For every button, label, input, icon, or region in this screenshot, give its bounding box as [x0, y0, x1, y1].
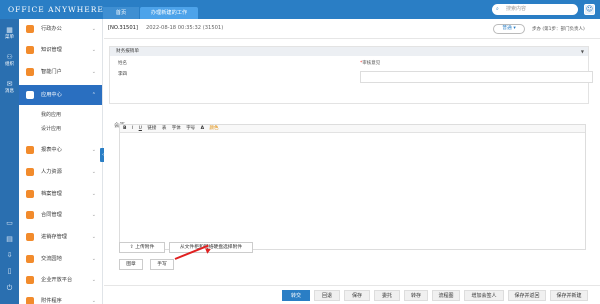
chevron-down-icon: ⌄ — [91, 277, 96, 283]
doc-header: [NO.31501] 2022-08-18 00:35:32 (31501) 普通… — [104, 19, 600, 39]
platform-icon — [26, 276, 34, 284]
sidebar-sub-my-apps[interactable]: 我的应用 — [19, 111, 102, 118]
top-bar: OFFICE ANYWHERE 首页 办理新建的工作 ⌕ 搜索内容 ☺ — [0, 0, 600, 19]
chevron-down-icon: ⌄ — [91, 69, 96, 75]
editor-toolbar: B I U 链接 表 字体 字号 A 颜色 — [120, 125, 585, 133]
save-new-button[interactable]: 保存并新建 — [550, 290, 588, 301]
table-button[interactable]: 表 — [162, 126, 167, 131]
bold-button[interactable]: B — [123, 126, 126, 131]
delegate-button[interactable]: 委托 — [374, 290, 400, 301]
rich-text-editor[interactable]: B I U 链接 表 字体 字号 A 颜色 — [119, 124, 586, 250]
rail-icon-5[interactable]: ⏻ — [0, 284, 19, 293]
sidebar-item-app-center[interactable]: 应用中心 ⌃ — [19, 85, 102, 105]
chevron-down-icon: ⌄ — [91, 191, 96, 197]
highlight-button[interactable]: 颜色 — [210, 126, 219, 131]
sidebar-item-hr[interactable]: 人力资源 ⌄ — [19, 162, 102, 182]
monitor-icon: ▭ — [6, 219, 13, 227]
chevron-down-icon: ⌄ — [91, 256, 96, 262]
save-return-button[interactable]: 保存并返回 — [508, 290, 546, 301]
form-section-title: 财务报销单 ▼ — [110, 47, 588, 56]
rail-icon-1[interactable]: ▭ — [0, 219, 19, 227]
chevron-down-icon: ⌄ — [91, 147, 96, 153]
avatar[interactable]: ☺ — [584, 4, 595, 15]
sidebar-item-platform[interactable]: 企业开放平台 ⌄ — [19, 270, 102, 290]
knowledge-icon — [26, 46, 34, 54]
doc-number: [NO.31501] 2022-08-18 00:35:32 (31501) — [108, 25, 224, 31]
chevron-down-icon: ⌄ — [91, 169, 96, 175]
search-input[interactable]: ⌕ 搜索内容 — [492, 4, 578, 15]
doc-icon: ▤ — [6, 235, 13, 243]
archive-icon — [26, 190, 34, 198]
handwrite-button[interactable]: 手写 — [150, 259, 174, 270]
forward-button[interactable]: 转交 — [282, 290, 310, 301]
store-button[interactable]: 转存 — [404, 290, 428, 301]
flowchart-button[interactable]: 流程图 — [432, 290, 460, 301]
caret-down-icon[interactable]: ▼ — [581, 47, 584, 56]
sidebar: 行政办公 ⌄ 知识管理 ⌄ 智能门户 ⌄ 应用中心 ⌃ 我的应用 设计应用 报表中心 ⌄ … — [19, 19, 103, 304]
rail-icon-4[interactable]: ▯ — [0, 267, 19, 275]
rollback-button[interactable]: 回退 — [314, 290, 340, 301]
left-rail: ▦ 菜单 ⚇ 组织 ✉ 消息 ▭ ▤ ⇩ ▯ ⏻ — [0, 19, 19, 304]
sidebar-item-inventory[interactable]: 进销存管理 ⌄ — [19, 227, 102, 247]
font-size-select[interactable]: 字号 — [186, 126, 195, 131]
download-icon: ⇩ — [6, 251, 13, 259]
save-button[interactable]: 保存 — [344, 290, 370, 301]
rail-menu[interactable]: ▦ 菜单 — [0, 26, 19, 40]
grid-icon: ▦ — [6, 26, 13, 34]
attachment-icon — [26, 297, 34, 304]
message-icon: ✉ — [6, 80, 13, 88]
chevron-down-icon: ⌄ — [91, 212, 96, 218]
rail-icon-2[interactable]: ▤ — [0, 235, 19, 243]
sidebar-item-forum[interactable]: 交流园地 ⌄ — [19, 249, 102, 269]
search-icon: ⌕ — [496, 6, 499, 12]
font-color-button[interactable]: A — [201, 126, 204, 131]
chevron-up-icon: ⌃ — [91, 92, 96, 98]
app-logo: OFFICE ANYWHERE — [8, 5, 104, 14]
sidebar-item-knowledge[interactable]: 知识管理 ⌄ — [19, 40, 102, 60]
font-family-select[interactable]: 字体 — [172, 126, 181, 131]
app-icon — [26, 91, 34, 99]
report-icon — [26, 146, 34, 154]
review-opinion-input[interactable] — [360, 71, 593, 83]
sidebar-item-attachment[interactable]: 附件程序 ⌄ — [19, 291, 102, 304]
sidebar-item-contract[interactable]: 合同管理 ⌄ — [19, 205, 102, 225]
rail-icon-3[interactable]: ⇩ — [0, 251, 19, 259]
chevron-down-icon: ⌄ — [91, 234, 96, 240]
inventory-icon — [26, 233, 34, 241]
link-button[interactable]: 链接 — [147, 126, 156, 131]
chevron-down-icon: ⌄ — [91, 26, 96, 32]
stamp-button[interactable]: 图章 — [119, 259, 143, 270]
contract-icon — [26, 211, 34, 219]
forum-icon — [26, 255, 34, 263]
italic-button[interactable]: I — [132, 126, 133, 131]
rail-message[interactable]: ✉ 消息 — [0, 80, 19, 94]
chevron-down-icon: ⌄ — [91, 298, 96, 304]
field-value-name: 李四 — [118, 72, 127, 77]
phone-icon: ▯ — [7, 267, 12, 275]
org-icon: ⚇ — [6, 53, 13, 61]
sidebar-sub-design-apps[interactable]: 设计应用 — [19, 125, 102, 132]
rail-org[interactable]: ⚇ 组织 — [0, 53, 19, 67]
main-content: [NO.31501] 2022-08-18 00:35:32 (31501) 普通… — [104, 19, 600, 304]
tab-new-workflow[interactable]: 办理新建的工作 — [140, 7, 198, 19]
priority-select[interactable]: 普通 ▾ — [493, 24, 525, 34]
footer-actions: 转交 回退 保存 委托 转存 流程图 增加会签人 保存并返回 保存并新建 — [104, 285, 600, 304]
admin-icon — [26, 25, 34, 33]
add-countersigner-button[interactable]: 增加会签人 — [464, 290, 504, 301]
step-info: 步办 (第1步：部门负责人) — [532, 27, 585, 32]
underline-button[interactable]: U — [139, 126, 142, 131]
portal-icon — [26, 68, 34, 76]
sidebar-item-report[interactable]: 报表中心 ⌄ — [19, 140, 102, 160]
field-label-review: *审核意见 — [360, 61, 381, 66]
hr-icon — [26, 168, 34, 176]
form-panel: 财务报销单 ▼ 姓名 李四 *审核意见 — [109, 46, 593, 104]
chevron-down-icon: ⌄ — [91, 47, 96, 53]
upload-attachment-button[interactable]: ⇧ 上传附件 — [119, 242, 165, 253]
field-label-name: 姓名 — [118, 61, 127, 66]
power-icon: ⏻ — [6, 284, 13, 292]
tab-home[interactable]: 首页 — [103, 7, 139, 19]
sidebar-item-archive[interactable]: 档案管理 ⌄ — [19, 184, 102, 204]
sidebar-item-portal[interactable]: 智能门户 ⌄ — [19, 62, 102, 82]
sidebar-item-admin[interactable]: 行政办公 ⌄ — [19, 19, 102, 39]
